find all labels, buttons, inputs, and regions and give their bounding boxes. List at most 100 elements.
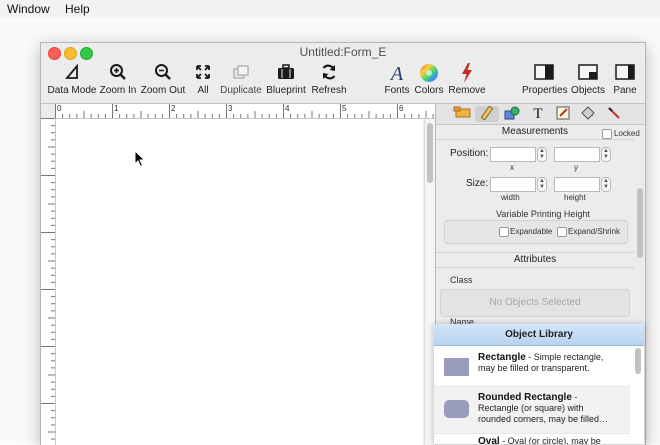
position-y-stepper[interactable]: ▲ ▼ (601, 147, 611, 162)
remove-button[interactable]: Remove (448, 63, 486, 101)
expand-arrows-icon (192, 63, 214, 85)
library-item-rounded-rectangle[interactable]: Rounded Rectangle - Rectangle (or square… (434, 387, 630, 434)
locked-label: Locked (614, 129, 640, 138)
size-width-stepper[interactable]: ▲ ▼ (537, 177, 547, 192)
tab-text-icon[interactable]: T (526, 106, 550, 122)
zoom-in-button[interactable]: Zoom In (98, 63, 138, 101)
ruler-mark: 2 (171, 104, 176, 113)
form-canvas[interactable] (56, 119, 423, 445)
briefcase-icon (266, 63, 306, 85)
library-item-name: Rounded Rectangle (478, 392, 572, 403)
locked-checkbox[interactable] (602, 129, 612, 139)
class-field: No Objects Selected (440, 289, 630, 317)
window-title: Untitled:Form_E (299, 45, 387, 59)
ruler-mark: 5 (342, 104, 347, 113)
colors-button[interactable]: Colors (414, 63, 444, 101)
library-item-oval[interactable]: Oval - Oval (or circle), may be (434, 434, 630, 444)
size-height-field[interactable] (554, 177, 600, 192)
library-item-desc: may be filled or transparent. (478, 363, 590, 373)
tab-edit-icon[interactable] (551, 106, 575, 122)
lightning-icon (448, 63, 486, 85)
library-item-rectangle[interactable]: Rectangle - Simple rectangle, may be fil… (434, 346, 630, 387)
panel-tabs: T (436, 104, 645, 125)
ruler-mark: 3 (228, 104, 233, 113)
position-label: Position: (450, 148, 489, 159)
tab-measure-icon[interactable] (475, 105, 499, 122)
objects-button[interactable]: Objects (570, 63, 606, 101)
measurements-title: Measurements (501, 126, 569, 137)
objects-pane-icon (570, 63, 606, 85)
set-square-icon (47, 63, 97, 85)
tab-paint-icon[interactable] (576, 106, 600, 122)
blueprint-label: Blueprint (266, 85, 306, 96)
rounded-rectangle-swatch (444, 400, 469, 418)
library-item-desc: Rectangle (or square) with (478, 403, 584, 413)
position-x-field[interactable] (490, 147, 536, 162)
zoom-out-icon (140, 63, 186, 85)
expand-shrink-checkbox[interactable] (557, 227, 567, 237)
size-height-stepper[interactable]: ▲ ▼ (601, 177, 611, 192)
menu-help[interactable]: Help (65, 2, 90, 16)
library-item-name: Oval (478, 436, 500, 444)
scroll-thumb[interactable] (637, 188, 643, 258)
toolbar: Data Mode Zoom In Zoom Out All Duplicate… (41, 61, 645, 104)
position-y-field[interactable] (554, 147, 600, 162)
ruler-ticks (55, 104, 434, 118)
expand-shrink-label: Expand/Shrink (568, 227, 621, 236)
object-library: Object Library Rectangle - Simple rectan… (434, 324, 644, 444)
color-wheel-icon (414, 63, 444, 85)
zoom-button[interactable] (80, 47, 93, 60)
mouse-pointer-icon (134, 150, 146, 168)
tab-fill-icon[interactable] (450, 106, 474, 122)
properties-pane-icon (522, 63, 566, 85)
menu-window[interactable]: Window (7, 2, 50, 16)
scroll-thumb[interactable] (427, 123, 433, 183)
data-mode-label: Data Mode (47, 85, 97, 96)
rectangle-swatch (444, 358, 469, 376)
zoom-out-label: Zoom Out (140, 85, 186, 96)
data-mode-button[interactable]: Data Mode (47, 63, 97, 101)
class-label: Class (450, 275, 473, 285)
menu-bar: Window Help (0, 0, 660, 18)
ruler-mark: 0 (57, 104, 62, 113)
duplicate-icon (220, 63, 262, 85)
minimize-button[interactable] (64, 47, 77, 60)
refresh-button[interactable]: Refresh (311, 63, 347, 101)
object-library-title: Object Library (434, 324, 644, 346)
ruler-ticks (41, 118, 55, 440)
blueprint-button[interactable]: Blueprint (266, 63, 306, 101)
library-item-desc: rounded corners, may be filled… (478, 414, 609, 424)
properties-button[interactable]: Properties (522, 63, 568, 101)
duplicate-label: Duplicate (220, 85, 262, 96)
zoom-out-button[interactable]: Zoom Out (140, 63, 186, 101)
library-item-desc: - Oval (or circle), may be (499, 436, 601, 444)
attributes-title: Attributes (513, 254, 557, 265)
horizontal-ruler: 0 1 2 3 4 5 6 (55, 104, 435, 119)
expandable-checkbox[interactable] (499, 227, 509, 237)
pane-label: Pane (613, 85, 637, 96)
objects-label: Objects (571, 85, 605, 96)
position-x-stepper[interactable]: ▲ ▼ (537, 147, 547, 162)
tab-pen-icon[interactable] (602, 106, 626, 122)
title-bar: Untitled:Form_E (41, 43, 645, 61)
colors-label: Colors (414, 85, 444, 96)
refresh-label: Refresh (311, 85, 347, 96)
library-scrollbar[interactable] (633, 346, 643, 444)
vph-label: Variable Printing Height (496, 209, 590, 219)
close-button[interactable] (48, 47, 61, 60)
no-selection-text: No Objects Selected (489, 297, 581, 308)
vertical-ruler (41, 118, 56, 445)
library-item-name: Rectangle (478, 352, 526, 363)
ruler-mark: 4 (285, 104, 290, 113)
zoom-in-icon (98, 63, 138, 85)
tab-shapes-icon[interactable] (500, 106, 524, 122)
pane-button[interactable]: Pane (611, 63, 639, 101)
pane-icon (611, 63, 639, 85)
scroll-thumb[interactable] (635, 348, 641, 374)
zoom-all-button[interactable]: All (192, 63, 214, 101)
remove-label: Remove (448, 85, 486, 96)
fonts-button[interactable]: A Fonts (383, 63, 411, 101)
duplicate-button[interactable]: Duplicate (220, 63, 262, 101)
size-width-field[interactable] (490, 177, 536, 192)
properties-label: Properties (522, 85, 568, 96)
